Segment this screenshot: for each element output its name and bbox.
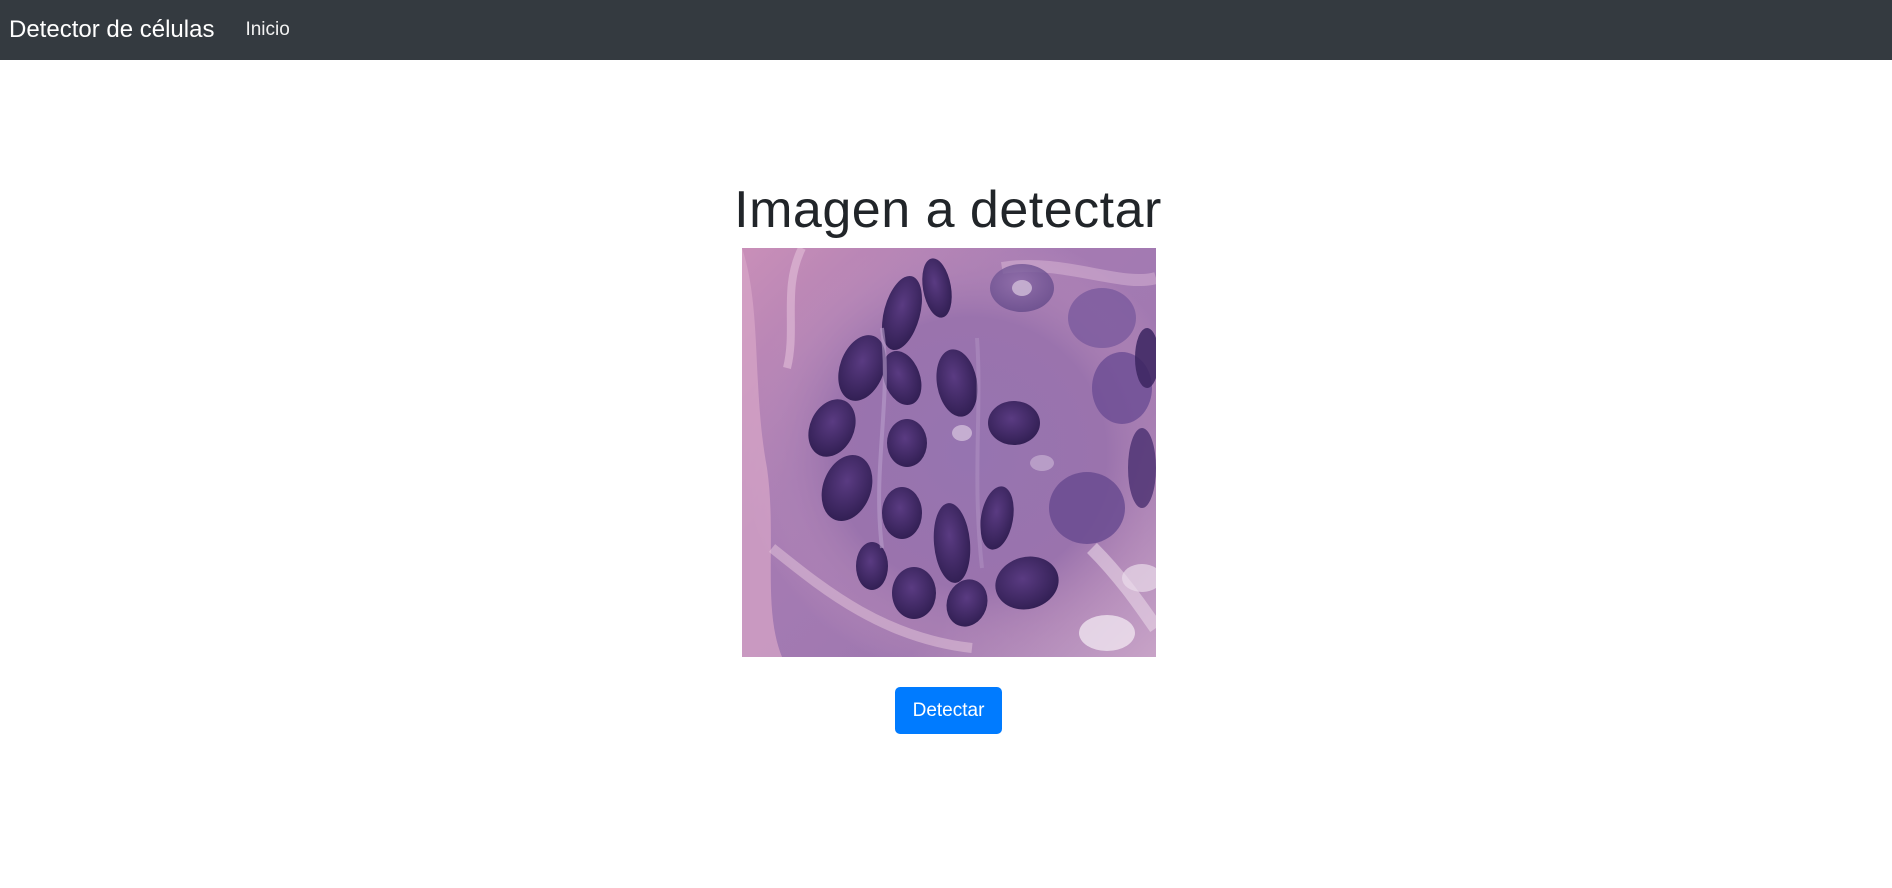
top-navbar: Detector de células Inicio xyxy=(0,0,1892,60)
detect-button[interactable]: Detectar xyxy=(895,687,1002,734)
page-title: Imagen a detectar xyxy=(734,181,1162,239)
nav-link-inicio[interactable]: Inicio xyxy=(245,18,289,42)
histology-cell-image xyxy=(742,248,1156,657)
brand-link[interactable]: Detector de células xyxy=(9,15,214,45)
main-content: Imagen a detectar Detectar xyxy=(0,60,1892,888)
